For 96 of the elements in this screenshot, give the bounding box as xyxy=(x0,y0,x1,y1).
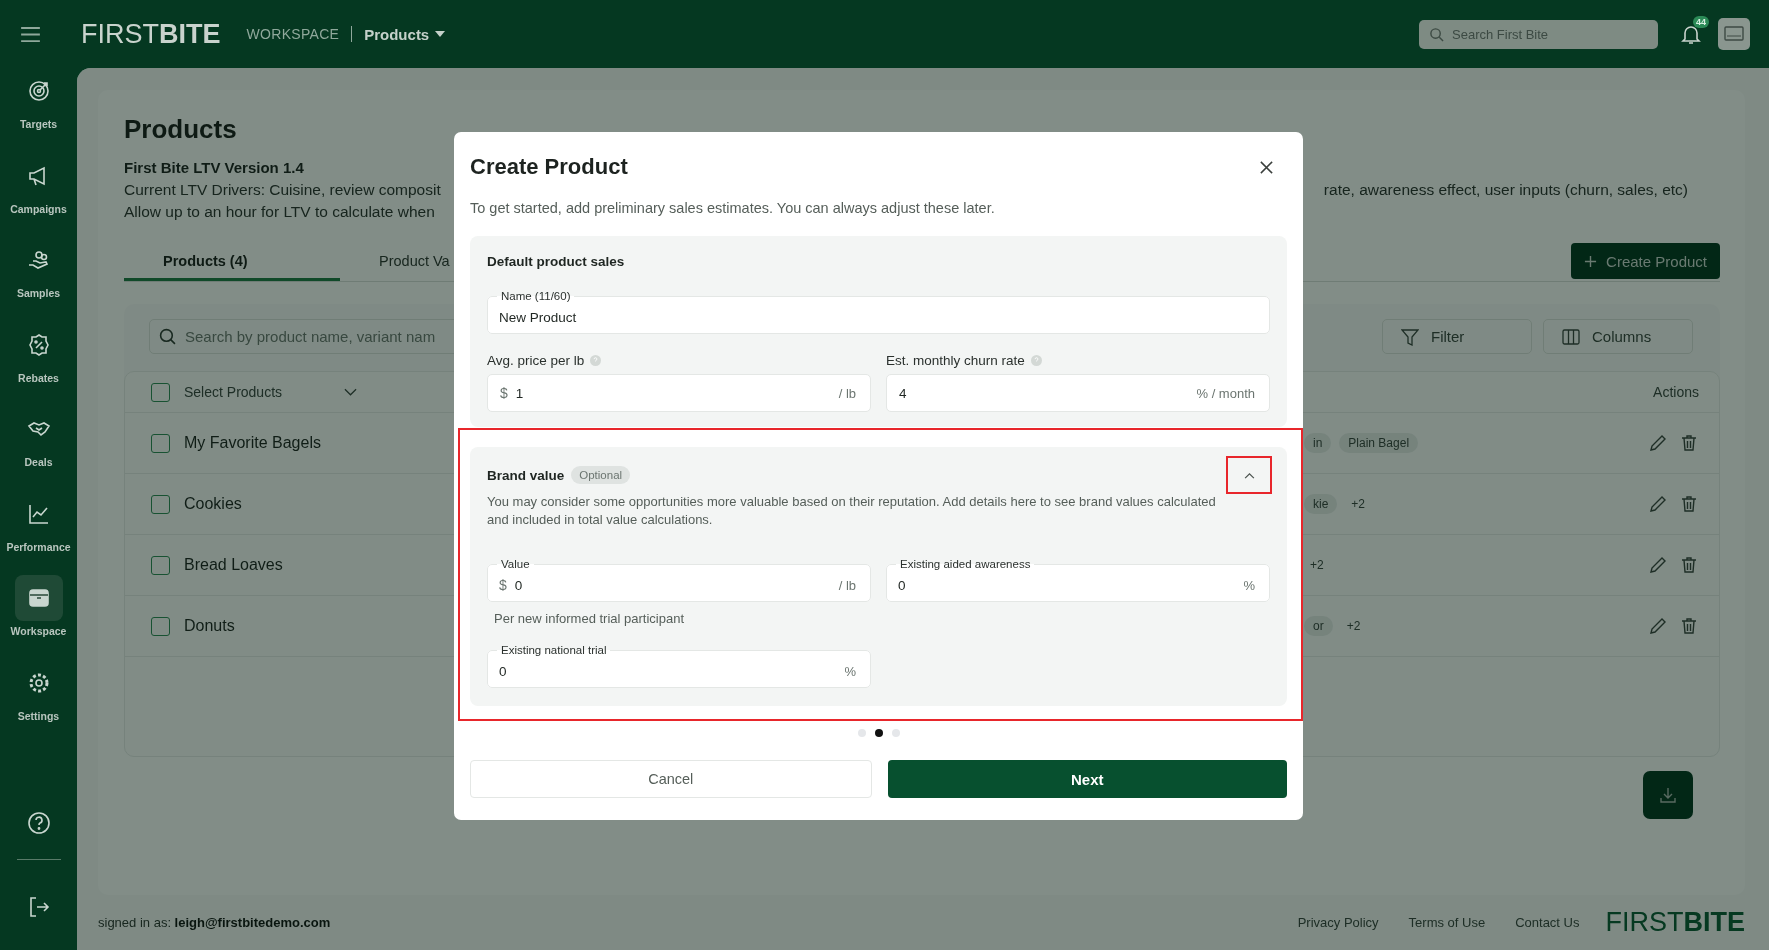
row-checkbox[interactable] xyxy=(151,555,170,575)
trash-icon[interactable] xyxy=(1679,494,1699,514)
search-field[interactable]: Search First Bite xyxy=(1419,19,1658,49)
churn-rate-field[interactable]: 4 % / month xyxy=(886,374,1270,412)
sidebar-item[interactable]: Samples xyxy=(0,237,77,322)
columns-icon xyxy=(1562,327,1580,346)
select-all-checkbox[interactable] xyxy=(151,382,170,402)
field-label: Est. monthly churn rate xyxy=(886,352,1025,368)
sidebar-item[interactable]: Performance xyxy=(0,490,77,575)
row-checkbox[interactable] xyxy=(151,433,170,453)
section-heading: Default product sales xyxy=(487,254,626,269)
plus-icon xyxy=(1584,254,1598,268)
sidebar-item[interactable]: Targets xyxy=(0,68,77,153)
next-button[interactable]: Next xyxy=(887,760,1287,798)
avatar-icon[interactable] xyxy=(1718,18,1750,50)
percent-badge-icon xyxy=(26,332,51,357)
sidebar-item[interactable]: Campaigns xyxy=(0,152,77,237)
signed-in-text: signed in as: leigh@firstbitedemo.com xyxy=(98,915,331,930)
dialog-title: Create Product xyxy=(470,154,628,180)
footer-link[interactable]: Terms of Use xyxy=(1408,915,1486,930)
tag: or xyxy=(1304,616,1333,636)
help-icon[interactable] xyxy=(26,811,51,835)
more-count: +2 xyxy=(1350,497,1367,511)
product-name: My Favorite Bagels xyxy=(184,434,321,452)
product-name: Donuts xyxy=(184,617,235,635)
close-icon[interactable] xyxy=(1259,159,1274,175)
target-icon xyxy=(26,79,51,103)
trash-icon[interactable] xyxy=(1679,433,1699,453)
edit-icon[interactable] xyxy=(1648,616,1668,636)
national-trial-field[interactable]: Existing national trial 0 % xyxy=(487,644,871,688)
trash-icon[interactable] xyxy=(1679,555,1699,575)
field-value[interactable]: 1 xyxy=(513,378,833,408)
footer-link[interactable]: Contact Us xyxy=(1515,915,1580,930)
page-title: Products xyxy=(124,114,238,145)
field-label: Avg. price per lb xyxy=(487,352,585,368)
section-heading: Brand value xyxy=(487,467,565,483)
more-count: +2 xyxy=(1309,558,1325,572)
hand-coin-icon xyxy=(26,248,51,272)
field-value[interactable]: 0 xyxy=(512,570,833,600)
sidebar-item[interactable]: Rebates xyxy=(0,321,77,406)
chevron-icon xyxy=(1243,471,1255,479)
product-name: Cookies xyxy=(184,495,242,513)
cancel-button[interactable]: Cancel xyxy=(470,760,872,798)
name-field[interactable]: Name (11/60) New Product xyxy=(487,290,1270,334)
caret-icon xyxy=(435,31,446,37)
menu-icon[interactable] xyxy=(20,26,41,42)
search-icon xyxy=(159,328,176,345)
step-dot[interactable] xyxy=(891,729,900,737)
column-header: Actions xyxy=(1652,384,1699,400)
row-checkbox[interactable] xyxy=(151,616,170,636)
sidebar-item[interactable]: Deals xyxy=(0,406,77,491)
field-value[interactable]: 0 xyxy=(896,570,1238,600)
price-field[interactable]: $ 1 / lb xyxy=(487,374,871,412)
columns-button[interactable]: Columns xyxy=(1543,319,1693,354)
logo: FIRSTBITE xyxy=(1605,907,1745,938)
row-checkbox[interactable] xyxy=(151,494,170,514)
field-hint: Per new informed trial participant xyxy=(494,611,686,626)
select-products-dropdown[interactable]: Select Products xyxy=(184,384,358,400)
more-count: +2 xyxy=(1345,619,1362,633)
sidebar-item[interactable]: Settings xyxy=(0,659,77,744)
page-menu[interactable]: Products xyxy=(364,25,446,43)
note-text: Allow up to an hour for LTV to calculate when xyxy=(124,202,435,222)
optional-badge: Optional xyxy=(571,466,631,484)
dialog-subtitle: To get started, add preliminary sales estimates. You can always adjust these later. xyxy=(470,200,996,216)
notification-badge: 44 xyxy=(1693,16,1709,28)
step-dot[interactable] xyxy=(857,729,866,737)
create-product-button[interactable]: Create Product xyxy=(1571,243,1720,279)
tag: kie xyxy=(1304,494,1338,514)
drivers-text: Current LTV Drivers: Cuisine, review composit xyxy=(124,180,441,200)
field-value[interactable]: 0 xyxy=(497,656,839,686)
product-name: Bread Loaves xyxy=(184,556,283,574)
tag: Plain Bagel xyxy=(1339,433,1419,453)
logo: FIRSTBITE xyxy=(81,18,221,50)
section-description: You may consider some opportunities more valuable based on their reputation. Add details here to see brand values calculated and included in total value calculations. xyxy=(487,493,1217,529)
footer-link[interactable]: Privacy Policy xyxy=(1297,915,1379,930)
edit-icon[interactable] xyxy=(1648,555,1668,575)
filter-icon xyxy=(1401,327,1419,346)
field-value[interactable]: 4 xyxy=(897,378,1191,408)
value-field[interactable]: Value $ 0 / lb xyxy=(487,558,871,602)
chevron-down-icon xyxy=(344,388,358,396)
drivers-text: rate, awareness effect, user inputs (churn, sales, etc) xyxy=(1323,180,1688,200)
aided-awareness-field[interactable]: Existing aided awareness 0 % xyxy=(886,558,1270,602)
tab[interactable]: Products (4) xyxy=(124,243,340,281)
notification-button[interactable]: 44 xyxy=(1672,15,1710,53)
download-button[interactable] xyxy=(1643,771,1693,819)
edit-icon[interactable] xyxy=(1648,433,1668,453)
filter-button[interactable]: Filter xyxy=(1382,319,1532,354)
tag: in xyxy=(1304,433,1332,453)
archive-box-icon xyxy=(26,586,51,610)
trash-icon[interactable] xyxy=(1679,616,1699,636)
step-dot[interactable] xyxy=(874,729,883,737)
breadcrumb: WORKSPACE xyxy=(246,26,340,42)
version-title: First Bite LTV Version 1.4 xyxy=(124,159,304,176)
edit-icon[interactable] xyxy=(1648,494,1668,514)
sidebar-item[interactable]: Workspace xyxy=(0,575,77,660)
download-icon xyxy=(1658,785,1678,805)
